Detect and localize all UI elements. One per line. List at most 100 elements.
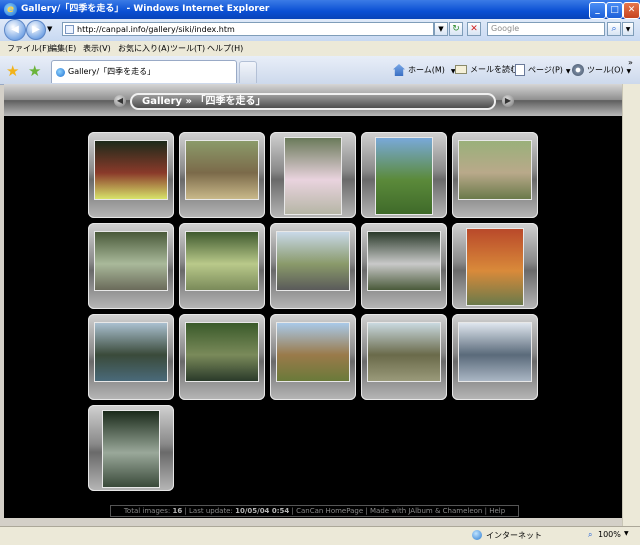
tab-label: Gallery/「四季を走る」 [68, 67, 156, 76]
thumbnail-16[interactable] [88, 405, 174, 491]
photo-03 [284, 137, 342, 215]
menu-edit[interactable]: 編集(E) [49, 43, 76, 54]
gallery-footer: Total images: 16 | Last update: 10/05/04… [110, 505, 519, 517]
navigation-bar: ◀ ▶ ▼ http://canpal.info/gallery/siki/in… [0, 19, 640, 41]
photo-14 [367, 322, 441, 382]
refresh-button[interactable]: ↻ [449, 22, 463, 36]
search-input[interactable]: Google [487, 22, 605, 36]
zoom-level[interactable]: 100% [598, 530, 621, 539]
photo-12 [185, 322, 259, 382]
page-menu-label: ページ(P) [528, 65, 563, 75]
address-bar[interactable]: http://canpal.info/gallery/siki/index.ht… [62, 22, 434, 36]
read-mail-label: メールを読む [470, 65, 518, 74]
menu-file[interactable]: ファイル(F) [7, 43, 50, 54]
made-with-link[interactable]: | Made with JAlbum & Chameleon [365, 507, 482, 515]
maximize-button[interactable]: □ [606, 2, 623, 19]
history-dropdown-icon[interactable]: ▼ [47, 25, 52, 33]
thumbnail-14[interactable] [361, 314, 447, 400]
add-favorite-icon[interactable]: ★ [28, 62, 41, 80]
thumbnail-11[interactable] [88, 314, 174, 400]
photo-13 [276, 322, 350, 382]
mail-icon [455, 65, 467, 74]
back-button[interactable]: ◀ [4, 19, 26, 41]
homepage-link[interactable]: | CanCan HomePage [292, 507, 364, 515]
thumbnail-9[interactable] [361, 223, 447, 309]
photo-02 [185, 140, 259, 200]
photo-15 [458, 322, 532, 382]
thumbnail-15[interactable] [452, 314, 538, 400]
photo-10 [466, 228, 524, 306]
menu-tools[interactable]: ツール(T) [170, 43, 205, 54]
photo-07 [185, 231, 259, 291]
page-menu-button[interactable]: ページ(P) ▼ [515, 64, 571, 76]
total-images-value: 16 [172, 507, 183, 515]
security-zone-label: インターネット [486, 531, 542, 540]
gallery-title: Gallery » 「四季を走る」 [142, 96, 266, 107]
photo-16 [102, 410, 160, 488]
tab-page-icon [56, 68, 65, 77]
gallery-header: ◀ Gallery » 「四季を走る」 ▶ [4, 84, 622, 116]
menu-bar: ファイル(F) 編集(E) 表示(V) お気に入り(A) ツール(T) ヘルプ(… [0, 41, 640, 57]
address-dropdown-icon[interactable]: ▼ [434, 22, 448, 36]
read-mail-button[interactable]: メールを読む [455, 64, 518, 75]
address-text: http://canpal.info/gallery/siki/index.ht… [77, 25, 235, 34]
window-title: Gallery/「四季を走る」 - Windows Internet Explo… [21, 4, 270, 14]
home-label: ホーム(M) [408, 65, 445, 75]
stop-button[interactable]: ✕ [467, 22, 481, 36]
close-button[interactable]: ✕ [623, 2, 640, 19]
gallery-page: ◀ Gallery » 「四季を走る」 ▶ Total images: 16 |… [4, 84, 622, 518]
search-options-icon[interactable]: ▼ [622, 22, 634, 36]
photo-04 [375, 137, 433, 215]
photo-08 [276, 231, 350, 291]
page-dropdown-icon: ▼ [565, 67, 571, 75]
thumbnail-1[interactable] [88, 132, 174, 218]
last-update-label: | Last update: [184, 507, 233, 515]
menu-view[interactable]: 表示(V) [83, 43, 111, 54]
zoom-dropdown-icon[interactable]: ▼ [624, 530, 629, 537]
thumbnail-3[interactable] [270, 132, 356, 218]
gear-icon [572, 64, 584, 76]
prev-arrow-icon[interactable]: ◀ [114, 95, 126, 107]
help-link[interactable]: | Help [485, 507, 506, 515]
photo-01 [94, 140, 168, 200]
forward-button[interactable]: ▶ [26, 20, 46, 40]
tab-gallery[interactable]: Gallery/「四季を走る」 [51, 60, 237, 83]
thumbnail-12[interactable] [179, 314, 265, 400]
scrollbar-area [622, 84, 640, 526]
page-icon [65, 25, 74, 34]
tools-menu-button[interactable]: ツール(O) ▼ [572, 64, 631, 76]
tools-dropdown-icon: ▼ [626, 67, 632, 75]
internet-zone-icon [472, 530, 482, 540]
status-bar: インターネット ⌕ 100% ▼ [0, 526, 640, 545]
menu-help[interactable]: ヘルプ(H) [207, 43, 243, 54]
photo-06 [94, 231, 168, 291]
menu-favorites[interactable]: お気に入り(A) [118, 43, 170, 54]
thumbnail-6[interactable] [88, 223, 174, 309]
tab-bar: ★ ★ Gallery/「四季を走る」 ホーム(M) ▼ メールを読む ページ(P… [0, 56, 640, 85]
thumbnail-8[interactable] [270, 223, 356, 309]
thumbnail-10[interactable] [452, 223, 538, 309]
ie-logo-icon: e [4, 3, 17, 16]
minimize-button[interactable]: _ [589, 2, 606, 19]
photo-09 [367, 231, 441, 291]
last-update-value: 10/05/04 0:54 [235, 507, 290, 515]
new-tab-button[interactable] [239, 61, 257, 83]
home-button[interactable]: ホーム(M) ▼ [393, 64, 456, 76]
photo-05 [458, 140, 532, 200]
favorites-star-icon[interactable]: ★ [6, 62, 19, 80]
page-icon [515, 64, 525, 76]
thumbnail-2[interactable] [179, 132, 265, 218]
search-go-button[interactable]: ⌕ [607, 22, 621, 36]
tools-menu-label: ツール(O) [587, 65, 624, 75]
window-title-bar: e Gallery/「四季を走る」 - Windows Internet Exp… [0, 0, 640, 19]
total-images-label: Total images: [123, 507, 171, 515]
photo-11 [94, 322, 168, 382]
home-icon [393, 64, 405, 76]
next-arrow-icon[interactable]: ▶ [502, 95, 514, 107]
chevron-more-icon[interactable]: » [628, 58, 633, 67]
zoom-icon: ⌕ [588, 530, 593, 539]
thumbnail-7[interactable] [179, 223, 265, 309]
thumbnail-5[interactable] [452, 132, 538, 218]
thumbnail-4[interactable] [361, 132, 447, 218]
thumbnail-13[interactable] [270, 314, 356, 400]
